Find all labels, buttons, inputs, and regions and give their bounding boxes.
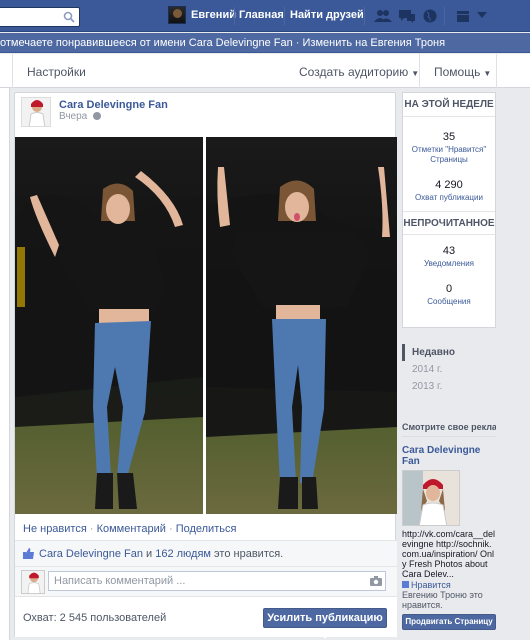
notifications-globe-icon[interactable] — [423, 9, 437, 23]
user-avatar[interactable] — [168, 6, 186, 24]
post-photo-left[interactable] — [15, 137, 203, 514]
likes-summary: Cara Delevingne Fan и 162 людям это нрав… — [15, 540, 397, 566]
page-avatar[interactable] — [21, 97, 51, 127]
likes-suffix-text: это нравится. — [211, 548, 284, 560]
share-link[interactable]: Поделиться — [176, 523, 237, 535]
year-recent[interactable]: Недавно — [402, 344, 496, 361]
action-separator: · — [89, 523, 94, 535]
page-insights-box: НА ЭТОЙ НЕДЕЛЕ 35 Отметки "Нравится" Стр… — [402, 92, 496, 328]
messages-label[interactable]: Сообщения — [403, 297, 495, 307]
toolbar-divider — [12, 54, 13, 88]
ad-like-button[interactable]: Нравится — [402, 580, 496, 590]
settings-link[interactable]: Настройки — [27, 65, 86, 79]
ad-like-label: Нравится — [411, 580, 451, 590]
top-navigation-bar: Евгений Главная Найти друзей — [0, 0, 530, 32]
post-timestamp[interactable]: Вчера — [59, 111, 102, 122]
search-icon[interactable] — [63, 11, 75, 23]
post-author-link[interactable]: Cara Delevingne Fan — [59, 99, 168, 111]
nav-divider — [444, 7, 445, 25]
create-audience-menu[interactable]: Создать аудиторию ▼ — [299, 65, 419, 79]
unread-header: НЕПРОЧИТАННОЕ — [403, 211, 495, 235]
avatar-image — [22, 98, 50, 126]
voice-switch-banner[interactable]: отмечаете понравившееся от имени Cara De… — [0, 33, 530, 53]
left-rail — [0, 88, 10, 640]
friend-requests-icon[interactable] — [374, 9, 392, 23]
notifications-label[interactable]: Уведомления — [403, 259, 495, 269]
nav-divider — [284, 7, 285, 25]
nav-home-link[interactable]: Главная — [239, 9, 284, 21]
post-reach-footer: Охват: 2 545 пользователей Усилить публи… — [15, 596, 397, 640]
likes-count-link[interactable]: 162 людям — [155, 548, 211, 560]
search-input[interactable] — [0, 7, 80, 27]
ad-image[interactable] — [402, 470, 460, 526]
likes-page-link[interactable]: Cara Delevingne Fan — [39, 548, 143, 560]
create-audience-label: Создать аудиторию — [299, 65, 409, 79]
thumbs-up-icon — [23, 548, 34, 559]
settings-chevron-down-icon[interactable] — [477, 12, 487, 19]
nav-find-friends-link[interactable]: Найти друзей — [290, 9, 364, 21]
messages-stat[interactable]: 0 Сообщения — [403, 269, 495, 307]
year-2014[interactable]: 2014 г. — [402, 361, 496, 378]
voice-switch-text[interactable]: отмечаете понравившееся от имени Cara De… — [0, 37, 445, 49]
page-likes-count: 35 — [442, 131, 456, 143]
post-reach-count: 4 290 — [435, 179, 463, 191]
page-likes-label[interactable]: Отметки "Нравится" Страницы — [403, 145, 495, 165]
ad-body-text: http://vk.com/cara__delevingne http://so… — [402, 529, 496, 579]
year-2013[interactable]: 2013 г. — [402, 378, 496, 395]
commenter-avatar — [21, 570, 45, 594]
action-separator: · — [168, 523, 173, 535]
ad-title-link[interactable]: Cara Delevingne Fan — [402, 445, 496, 467]
post-reach-stat[interactable]: 4 290 Охват публикации — [403, 165, 495, 203]
thumbs-up-icon — [402, 581, 409, 588]
chevron-down-icon: ▼ — [483, 69, 492, 78]
notifications-count: 43 — [442, 245, 456, 257]
comment-link[interactable]: Комментарий — [97, 523, 166, 535]
post-actions: Не нравится · Комментарий · Поделиться — [23, 523, 236, 535]
nav-divider — [234, 7, 235, 25]
post-photos[interactable] — [15, 137, 397, 514]
right-gutter — [500, 88, 530, 640]
chevron-down-icon: ▼ — [411, 69, 420, 78]
comment-input[interactable]: Написать комментарий ... — [48, 571, 386, 591]
post-time-text: Вчера — [59, 111, 88, 122]
unlike-link[interactable]: Не нравится — [23, 523, 87, 535]
ad-social-context: Евгению Троню это нравится. — [402, 590, 483, 610]
globe-privacy-icon[interactable] — [93, 112, 102, 120]
timeline-scrubber: Недавно 2014 г. 2013 г. — [402, 344, 496, 395]
likes-mid-text: и — [142, 548, 156, 560]
ads-column: Смотрите свое рекла... Cara Delevingne F… — [402, 422, 496, 610]
boost-post-button[interactable]: Усилить публикацию ▾ — [263, 608, 387, 640]
toolbar-divider — [419, 54, 420, 88]
help-label: Помощь — [434, 65, 481, 79]
messages-count: 0 — [445, 283, 453, 295]
comment-composer: Написать комментарий ... — [15, 566, 397, 596]
messages-icon[interactable] — [398, 9, 416, 23]
reach-text: Охват: 2 545 пользователей — [23, 612, 167, 624]
nav-divider — [364, 7, 365, 25]
page-admin-toolbar: Настройки Создать аудиторию ▼ Помощь ▼ — [0, 54, 530, 88]
timeline-post: Cara Delevingne Fan Вчера Не нравится · … — [14, 92, 397, 640]
page-likes-stat[interactable]: 35 Отметки "Нравится" Страницы — [403, 117, 495, 165]
privacy-shortcuts-icon[interactable] — [456, 9, 470, 23]
post-reach-label[interactable]: Охват публикации — [403, 193, 495, 203]
post-photo-right[interactable] — [206, 137, 397, 514]
nav-profile-link[interactable]: Евгений — [191, 9, 236, 21]
ads-header[interactable]: Смотрите свое рекла... — [402, 422, 496, 437]
notifications-stat[interactable]: 43 Уведомления — [403, 235, 495, 269]
toolbar-divider — [496, 54, 497, 88]
help-menu[interactable]: Помощь ▼ — [434, 65, 491, 79]
this-week-header: НА ЭТОЙ НЕДЕЛЕ — [403, 93, 495, 117]
camera-icon[interactable] — [370, 576, 382, 586]
promote-page-button[interactable]: Продвигать Страницу — [402, 614, 496, 630]
